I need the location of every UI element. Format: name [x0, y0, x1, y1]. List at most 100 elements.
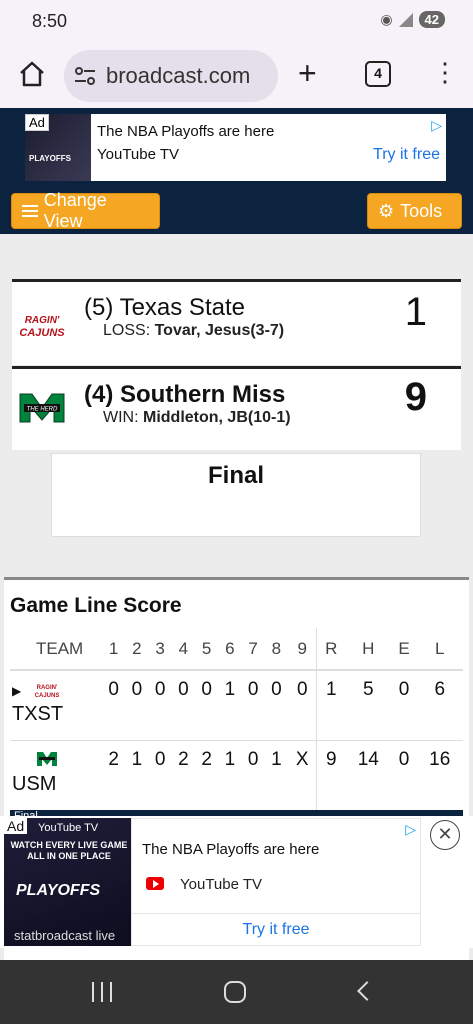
- browser-toolbar: broadcast.com + 4 ⋮: [0, 44, 473, 108]
- status-icons: ◉ 42: [380, 11, 445, 28]
- menu-icon: [22, 205, 38, 217]
- new-tab-icon[interactable]: +: [298, 57, 317, 89]
- team-name[interactable]: (5) Texas State: [84, 294, 245, 322]
- change-view-button[interactable]: Change View: [11, 190, 160, 231]
- column-header: 5: [195, 628, 219, 671]
- bottom-ad-banner[interactable]: Ad YouTube TV WATCH EVERY LIVE GAME ALL …: [0, 816, 473, 948]
- more-menu-icon[interactable]: ⋮: [432, 57, 458, 87]
- line-score-title: Game Line Score: [10, 594, 182, 617]
- column-header: 8: [264, 628, 288, 671]
- youtube-icon: [146, 877, 164, 890]
- inning-score: 0: [241, 670, 265, 741]
- ad-headline: The NBA Playoffs are here: [97, 123, 275, 140]
- column-header: 9: [288, 628, 317, 671]
- inning-score: 2: [195, 740, 219, 811]
- team-name[interactable]: (4) Southern Miss: [84, 381, 285, 409]
- inning-score: 1: [264, 740, 288, 811]
- team-card-away: RAGIN' CAJUNS (5) Texas State LOSS: Tova…: [12, 279, 461, 365]
- inning-score: 0: [148, 740, 172, 811]
- url-text[interactable]: broadcast.com: [106, 63, 250, 89]
- site-settings-icon[interactable]: [74, 66, 96, 86]
- inning-score: 1: [218, 670, 242, 741]
- system-nav-bar: [0, 960, 473, 1024]
- ad-brand: YouTube TV: [180, 876, 263, 893]
- ad-thumbnail: Ad YouTube TV WATCH EVERY LIVE GAME ALL …: [4, 818, 131, 946]
- back-icon[interactable]: [357, 981, 377, 1001]
- close-ad-icon[interactable]: ✕: [430, 820, 460, 850]
- inning-score: 1: [218, 740, 242, 811]
- column-header: L: [416, 628, 463, 671]
- expand-row-icon[interactable]: ▶: [12, 684, 21, 698]
- signal-icon: [398, 12, 413, 27]
- top-ad-banner[interactable]: Ad PLAYOFFS The NBA Playoffs are here Yo…: [25, 114, 446, 181]
- team-score: 9: [404, 375, 427, 419]
- herd-logo-icon: THE HERD: [14, 393, 70, 423]
- team-score: 1: [404, 290, 427, 334]
- column-header: H: [345, 628, 392, 671]
- column-header: 1: [102, 628, 126, 671]
- ad-cta-link[interactable]: Try it free: [373, 146, 440, 164]
- column-header: E: [391, 628, 417, 671]
- team-cell: ▶ USM: [10, 740, 102, 811]
- runs-total: 1: [316, 670, 346, 741]
- ragin-cajuns-logo-icon: RAGIN' CAJUNS: [14, 310, 70, 340]
- home-icon[interactable]: [18, 60, 46, 88]
- inning-score: 0: [148, 670, 172, 741]
- inning-score: 1: [125, 740, 149, 811]
- hits-total: 5: [345, 670, 392, 741]
- column-header: TEAM: [10, 628, 102, 671]
- column-header: 4: [171, 628, 195, 671]
- tab-switcher-button[interactable]: 4: [365, 61, 391, 87]
- svg-text:RAGIN': RAGIN': [25, 315, 60, 326]
- tools-label: Tools: [400, 200, 443, 221]
- change-view-label: Change View: [43, 190, 107, 231]
- adchoices-icon[interactable]: ▷: [431, 117, 442, 134]
- team-card-home: THE HERD (4) Southern Miss WIN: Middleto…: [12, 366, 461, 450]
- playoffs-logo-icon: PLAYOFFS: [16, 882, 101, 899]
- column-header: 2: [125, 628, 149, 671]
- status-bar: 8:50 ◉ 42: [0, 0, 473, 44]
- column-header: 7: [241, 628, 265, 671]
- ad-cta-link[interactable]: Try it free: [132, 913, 420, 946]
- ad-thumbnail: Ad PLAYOFFS: [25, 114, 91, 181]
- watermark: statbroadcast live: [14, 928, 116, 943]
- team-abbreviation: TXST: [12, 703, 64, 725]
- errors-total: 0: [391, 740, 417, 811]
- svg-text:CAJUNS: CAJUNS: [35, 693, 59, 698]
- playoffs-logo-icon: PLAYOFFS: [29, 154, 71, 163]
- table-row[interactable]: ▶ RAGIN' CAJUNS TXST 0 0 0 0 0 1 0 0 0 1…: [10, 670, 463, 741]
- decision-pitcher: WIN: Middleton, JB(10-1): [103, 409, 291, 426]
- home-button-icon[interactable]: [224, 981, 246, 1003]
- column-header: 6: [218, 628, 242, 671]
- inning-score: 2: [102, 740, 126, 811]
- svg-text:CAJUNS: CAJUNS: [19, 327, 65, 339]
- table-header-row: TEAM 1 2 3 4 5 6 7 8 9 R H E L: [10, 628, 463, 671]
- adchoices-icon[interactable]: ▷: [405, 821, 416, 838]
- ad-label: Ad: [25, 114, 49, 131]
- inning-score: 0: [264, 670, 288, 741]
- wifi-icon: ◉: [380, 11, 393, 27]
- ragin-cajuns-logo-icon: RAGIN' CAJUNS: [35, 685, 59, 698]
- line-score-table: TEAM 1 2 3 4 5 6 7 8 9 R H E L ▶ RAGIN' …: [10, 628, 463, 811]
- inning-score: 0: [102, 670, 126, 741]
- ad-headline: The NBA Playoffs are here: [142, 841, 320, 858]
- inning-score: 0: [171, 670, 195, 741]
- team-cell: ▶ RAGIN' CAJUNS TXST: [10, 670, 102, 741]
- tools-button[interactable]: ⚙ Tools: [367, 193, 462, 229]
- decision-pitcher: LOSS: Tovar, Jesus(3-7): [103, 322, 285, 339]
- inning-score: 0: [195, 670, 219, 741]
- address-bar[interactable]: broadcast.com: [64, 50, 278, 102]
- table-row[interactable]: ▶ USM 2 1 0 2 2 1 0 1 X 9 14 0: [10, 740, 463, 811]
- lob-total: 16: [416, 740, 463, 811]
- game-status-box: Final: [51, 453, 421, 537]
- svg-text:RAGIN': RAGIN': [36, 685, 57, 691]
- ad-thumb-text: WATCH EVERY LIVE GAME ALL IN ONE PLACE: [10, 840, 128, 861]
- ad-label: Ad: [4, 818, 28, 834]
- svg-text:THE HERD: THE HERD: [27, 407, 58, 413]
- recents-icon[interactable]: [92, 982, 112, 1002]
- gears-icon: ⚙: [378, 200, 395, 221]
- herd-logo-icon: [36, 752, 57, 767]
- team-abbreviation: USM: [12, 772, 57, 795]
- ad-brand: YouTube TV: [97, 146, 180, 163]
- ad-card[interactable]: ▷ The NBA Playoffs are here YouTube TV T…: [131, 818, 421, 946]
